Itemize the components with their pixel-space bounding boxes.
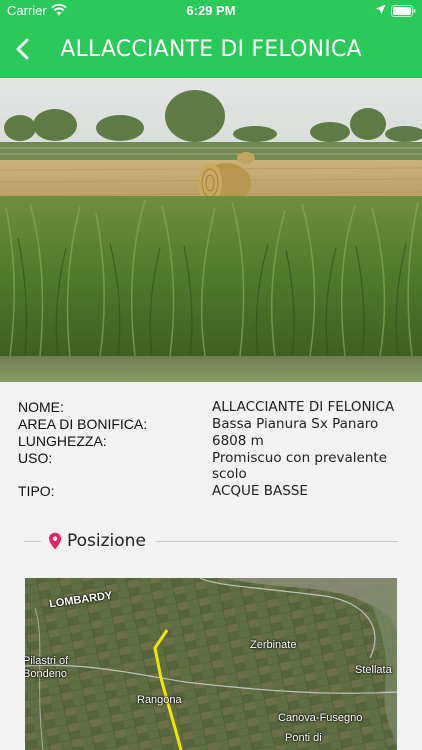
battery-icon xyxy=(391,5,416,17)
info-row-nome: NOME: ALLACCIANTE DI FELONICA xyxy=(18,399,410,415)
info-row-lunghezza: LUNGHEZZA: 6808 m xyxy=(18,433,410,449)
info-row-tipo: TIPO: ACQUE BASSE xyxy=(18,483,410,499)
info-label: USO: xyxy=(18,450,53,466)
info-label: AREA DI BONIFICA: xyxy=(18,416,148,432)
navigation-bar: ALLACCIANTE DI FELONICA xyxy=(0,22,422,78)
section-title: Posizione xyxy=(67,531,146,551)
divider xyxy=(156,541,398,542)
info-value: Bassa Pianura Sx Panaro xyxy=(212,416,379,432)
canal-info: NOME: ALLACCIANTE DI FELONICA AREA DI BO… xyxy=(18,399,410,500)
location-arrow-icon xyxy=(375,4,386,15)
info-row-uso: USO: Promiscuo con prevalente scolo xyxy=(18,450,410,482)
map-label-rangona: Rangona xyxy=(137,694,182,706)
map-label-stellata: Stellata xyxy=(355,664,392,676)
info-value: 6808 m xyxy=(212,433,264,449)
page-title: ALLACCIANTE DI FELONICA xyxy=(60,37,362,62)
satellite-map[interactable]: LOMBARDY Pilastri of Bondeno Zerbinate S… xyxy=(25,578,397,750)
map-pin-icon xyxy=(49,532,61,550)
map-label-canova: Canova-Fusegno xyxy=(278,712,363,724)
canal-photo xyxy=(0,78,422,382)
map-label-zerbinate: Zerbinate xyxy=(250,639,297,651)
info-row-area: AREA DI BONIFICA: Bassa Pianura Sx Panar… xyxy=(18,416,410,432)
map-label-ponti: Ponti di xyxy=(285,732,322,744)
position-section-header: Posizione xyxy=(24,528,398,556)
map-label-pilastri: Pilastri of Bondeno xyxy=(25,655,69,680)
status-bar: Carrier 6:29 PM xyxy=(0,0,422,22)
info-label: TIPO: xyxy=(18,483,55,499)
info-label: NOME: xyxy=(18,399,64,415)
app-header: Carrier 6:29 PM ALLACCIANTE DI FELONICA xyxy=(0,0,422,78)
divider xyxy=(24,541,41,542)
info-value: Promiscuo con prevalente scolo xyxy=(212,450,388,482)
info-value: ACQUE BASSE xyxy=(212,483,308,499)
info-label: LUNGHEZZA: xyxy=(18,433,107,449)
clock: 6:29 PM xyxy=(186,3,236,18)
info-value: ALLACCIANTE DI FELONICA xyxy=(212,399,395,415)
